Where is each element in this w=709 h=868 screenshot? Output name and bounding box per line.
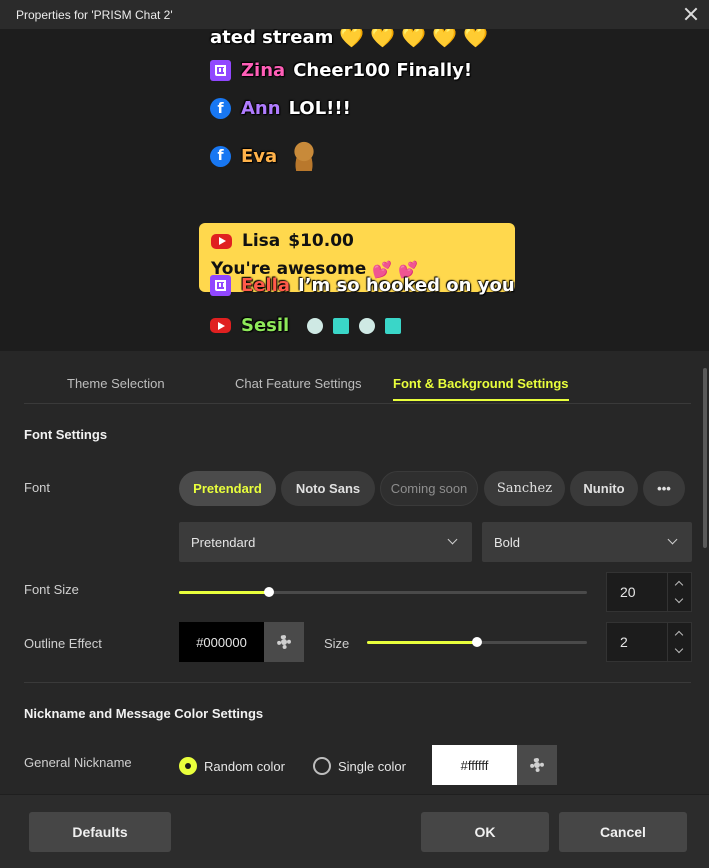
outline-size-stepper[interactable]: 2	[606, 622, 692, 662]
yellow-heart-emoji-icon: 💛	[370, 29, 396, 49]
cancel-button[interactable]: Cancel	[559, 812, 687, 852]
chat-partial-text: ated stream	[210, 29, 334, 48]
chat-line: f Ann LOL!!!	[210, 98, 351, 119]
defaults-button[interactable]: Defaults	[29, 812, 171, 852]
facebook-icon: f	[210, 145, 231, 167]
radio-selected-icon	[179, 757, 197, 775]
emote-icon	[307, 317, 324, 334]
twitch-icon	[210, 275, 231, 296]
settings-scrollbar[interactable]	[703, 368, 707, 548]
single-color-label: Single color	[338, 758, 406, 774]
stepper-arrows	[667, 573, 691, 611]
outline-size-value: 2	[620, 634, 628, 650]
chat-nick: Zina	[241, 60, 286, 81]
window-title: Properties for 'PRISM Chat 2'	[16, 7, 173, 22]
chat-message: Cheer100 Finally!	[293, 60, 473, 81]
yellow-heart-emoji-icon: 💛	[463, 29, 488, 49]
chat-nick: Eva	[241, 145, 278, 167]
outline-color-field[interactable]: #000000	[179, 622, 264, 662]
chevron-up-icon[interactable]	[674, 630, 684, 640]
chat-message: LOL!!!	[288, 98, 351, 119]
yellow-heart-emoji-icon: 💛	[339, 29, 365, 49]
font-family-value: Pretendard	[191, 534, 256, 550]
chevron-down-icon	[667, 534, 678, 545]
outline-size-label: Size	[324, 636, 350, 651]
gear-icon	[277, 635, 291, 649]
font-chip-pretendard[interactable]: Pretendard	[179, 471, 276, 506]
outline-size-slider[interactable]	[367, 637, 587, 647]
youtube-icon	[210, 318, 231, 333]
font-label: Font	[24, 480, 51, 495]
settings-tabs: Theme Selection Chat Feature Settings Fo…	[24, 351, 691, 404]
font-chip-coming-soon: Coming soon	[380, 471, 478, 506]
yellow-heart-emoji-icon: 💛	[401, 29, 427, 49]
general-nickname-label: General Nickname	[24, 755, 132, 770]
slider-handle[interactable]	[263, 587, 274, 597]
chevron-down-icon[interactable]	[674, 644, 684, 654]
superchat-nick: Lisa	[242, 231, 281, 251]
slider-fill	[179, 591, 269, 594]
tab-theme-selection[interactable]: Theme Selection	[67, 376, 165, 391]
emote-icon	[359, 317, 376, 334]
single-color-field[interactable]: #ffffff	[432, 745, 517, 785]
window-titlebar: Properties for 'PRISM Chat 2'	[0, 0, 709, 29]
close-icon[interactable]	[681, 4, 701, 24]
outline-effect-label: Outline Effect	[24, 636, 102, 651]
font-family-select[interactable]: Pretendard	[179, 522, 472, 562]
font-size-stepper[interactable]: 20	[606, 572, 692, 612]
chat-nick: Ann	[241, 98, 281, 119]
tab-font-background-settings[interactable]: Font & Background Settings	[393, 376, 569, 401]
chat-line-partial: ated stream 💛 💛 💛 💛 💛	[210, 29, 488, 49]
settings-panel: Theme Selection Chat Feature Settings Fo…	[0, 351, 709, 794]
font-weight-value: Bold	[494, 534, 521, 550]
chat-message: I’m so hooked on you	[298, 275, 515, 296]
font-chip-sanchez[interactable]: Sanchez	[484, 471, 565, 506]
chat-nick: Sesil	[241, 315, 290, 336]
radio-unselected-icon	[313, 757, 331, 775]
single-color-radio[interactable]: Single color	[313, 757, 406, 775]
chat-nick: Eella	[241, 275, 290, 296]
font-chip-noto-sans[interactable]: Noto Sans	[281, 471, 375, 506]
font-settings-title: Font Settings	[24, 427, 108, 442]
font-weight-select[interactable]: Bold	[482, 522, 692, 562]
emote-icon	[333, 317, 350, 334]
single-color-value: #ffffff	[460, 757, 489, 773]
chat-line: Eella I’m so hooked on you	[210, 275, 515, 296]
stepper-arrows	[667, 623, 691, 661]
emote-icon	[385, 317, 402, 334]
single-color-settings-button[interactable]	[517, 745, 557, 785]
gear-icon	[530, 758, 544, 772]
youtube-icon	[211, 233, 232, 249]
outline-color-value: #000000	[196, 634, 247, 650]
font-size-value: 20	[620, 584, 636, 600]
superchat-amount: $10.00	[288, 231, 354, 251]
section-divider	[24, 682, 691, 683]
yellow-heart-emoji-icon: 💛	[432, 29, 458, 49]
nickname-color-settings-title: Nickname and Message Color Settings	[24, 706, 264, 721]
random-color-label: Random color	[204, 758, 285, 774]
dialog-footer: Defaults OK Cancel	[0, 794, 709, 868]
chevron-down-icon	[447, 534, 458, 545]
dog-emote-icon	[291, 141, 318, 171]
outline-color-settings-button[interactable]	[264, 622, 304, 662]
slider-handle[interactable]	[472, 637, 482, 647]
random-color-radio[interactable]: Random color	[179, 757, 285, 775]
font-size-slider[interactable]	[179, 587, 587, 597]
chat-preview: ated stream 💛 💛 💛 💛 💛 Zina Cheer100 Fina…	[0, 29, 709, 351]
font-chip-nunito[interactable]: Nunito	[570, 471, 638, 506]
slider-fill	[367, 641, 477, 644]
facebook-icon: f	[210, 98, 231, 119]
ok-button[interactable]: OK	[421, 812, 549, 852]
chat-line: Zina Cheer100 Finally!	[210, 60, 472, 81]
chevron-down-icon[interactable]	[674, 594, 684, 604]
more-fonts-icon[interactable]: •••	[643, 471, 685, 506]
chat-line: f Eva	[210, 141, 318, 171]
chat-line: Sesil	[210, 315, 402, 336]
tab-chat-feature-settings[interactable]: Chat Feature Settings	[235, 376, 361, 391]
chevron-up-icon[interactable]	[674, 580, 684, 590]
twitch-icon	[210, 60, 231, 81]
font-size-label: Font Size	[24, 582, 79, 597]
